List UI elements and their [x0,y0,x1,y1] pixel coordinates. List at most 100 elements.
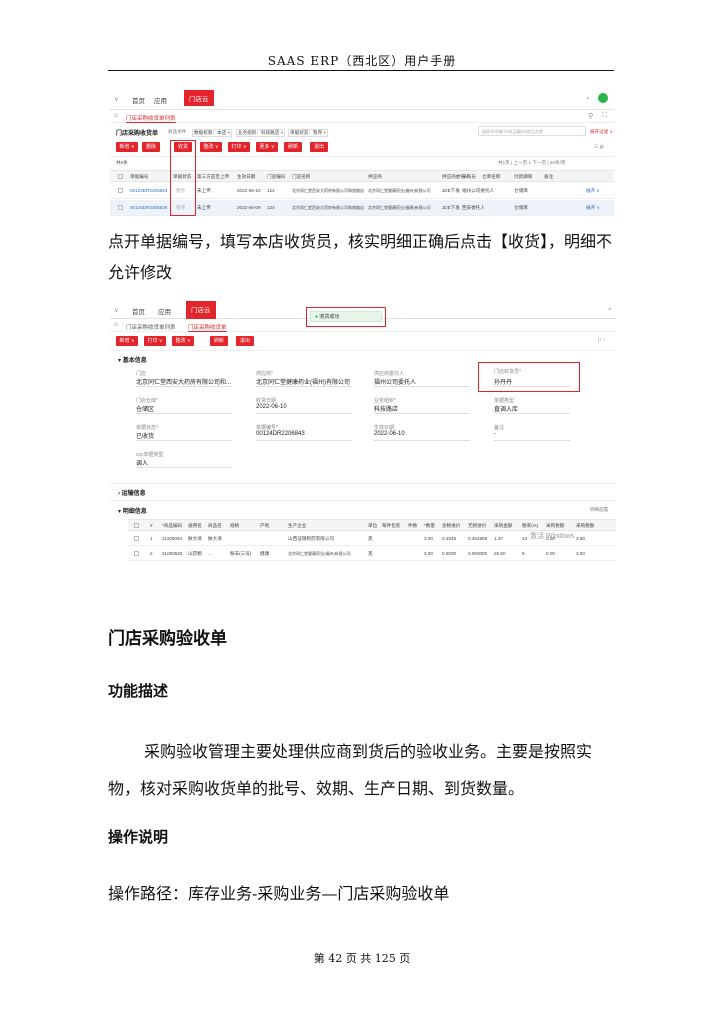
exit-button[interactable]: 退出 [310,142,328,152]
tax-amount-cell: 3.50 [576,551,585,556]
generic-name-cell: 山药颗 [188,551,202,556]
menu-chevron-icon[interactable]: ∨ [114,306,119,314]
nav-store-cloud-tab[interactable]: 门店云 [186,301,216,319]
pagination[interactable]: 共1页 | 上一页 1 下一页 | 20条/页 [498,160,565,166]
row-checkbox[interactable] [134,551,139,556]
location-icon[interactable]: ⚲ [588,112,593,120]
rectify-button[interactable]: 整改 ∨ [172,336,194,346]
date-cell: 2022-06-09 [237,205,261,210]
function-description: 采购验收管理主要处理供应商到货后的验收业务。主要是按照实物，核对采购收货单的批号… [108,742,593,798]
row-checkbox[interactable] [134,536,139,541]
product-code-cell[interactable]: 21100084 [162,536,182,541]
status-indicator-icon[interactable] [598,93,608,103]
subtab-receipt-detail[interactable]: 门店采购收货单 [188,323,227,332]
menu-chevron-icon[interactable]: ∨ [114,95,119,103]
column-header: 采购税额 [546,523,565,528]
column-header: 仓库名称 [482,174,501,179]
tax-amount-cell: 0.00 [546,551,555,556]
column-header: 单据编号 [130,174,149,179]
nav-apps-tab[interactable]: 应用 [158,306,171,316]
nav-home-tab[interactable]: 首页 [132,306,145,316]
filter-chip[interactable]: 数据权限：本店 × [192,129,233,137]
detail-config-link[interactable]: 明细配置 [590,507,608,513]
expand-filter-link[interactable]: 展开过滤 ∨ [590,129,613,135]
field-label: 门店 [136,371,147,377]
column-header: 供应商 [368,174,382,179]
exit-button[interactable]: 退出 [236,336,254,346]
refresh-button[interactable]: 刷新 [284,142,302,152]
search-input[interactable]: 搜索采购编号/商品编码/商品名称 [478,126,586,136]
remark-field[interactable]: - [494,431,496,437]
column-header: 每件包装 [382,523,401,528]
nav-arrows-icon[interactable]: |‹ ‹ [598,337,605,343]
subtab-receipt-list[interactable]: 门店采购收货单列表 [126,114,176,123]
search-icon[interactable]: ⌕ [608,306,612,314]
row-expand-link[interactable]: 展开 ∨ [586,188,600,194]
column-header: 采购员 [462,174,476,179]
table-row[interactable]: 2 21000632 山药颗 ... 粉末(三号) 健康 北京同仁堂健康药业(福… [128,547,616,561]
add-button[interactable]: 新增 ∨ [116,142,138,152]
origin-cell: 健康 [260,551,270,556]
document-status-field[interactable]: 已收货 [136,431,154,440]
home-icon[interactable]: ⌂ [114,112,118,119]
product-code-cell[interactable]: 21000632 [162,551,182,556]
row-checkbox[interactable] [118,188,123,193]
field-label: 业务组织* [374,398,396,404]
print-button[interactable]: 打印 ∨ [144,336,166,346]
tax-rate-cell: 9 [522,551,525,556]
list-view-icon[interactable]: ☰ ▦ [594,144,604,150]
supplier-delegate-field[interactable]: 福州公司委托人 [374,377,416,386]
subsection-operation-title: 操作说明 [108,828,169,846]
nav-apps-tab[interactable]: 应用 [154,95,167,105]
tax-rate-cell: 13 [522,536,528,541]
print-button[interactable]: 打印 ∨ [228,142,250,152]
row-checkbox[interactable] [118,205,123,210]
nav-store-cloud-tab[interactable]: 门店云 [184,90,214,106]
home-icon[interactable]: ⌂ [114,321,118,328]
section-shipping-info[interactable]: › 运输信息 [118,488,146,497]
receipt-date-field[interactable]: 2022-06-10 [256,404,287,410]
document-type-field[interactable]: 直调入库 [494,404,518,413]
filter-chip[interactable]: 商品条件 [168,129,186,135]
filter-chip[interactable]: 业务组织：科技路店 × [236,129,286,137]
column-header: 备注 [544,174,554,179]
delete-button[interactable]: 删除 [142,142,160,152]
column-header: 通用名 [188,523,202,528]
date-cell: 2022-06-10 [237,188,261,193]
instruction-paragraph: 点开单据编号，填写本店收货员，核实明细正确后点击【收货】，明细不允许修改 [108,232,613,283]
filter-chip[interactable]: 单据状态：暂存 × [288,129,329,137]
subtab-bar: ⌂ 门店采购收货单列表 ⚲ ⛶ [110,111,614,123]
business-org-field[interactable]: 科技路店 [374,404,398,413]
screenshot-receipt-list: ∨ 首页 应用 门店云 ⌕ ⌂ 门店采购收货单列表 ⚲ ⛶ 门店采购收货单 商品… [110,88,614,218]
effective-date-field[interactable]: 2022-06-10 [374,431,405,437]
column-header: 件数 [408,523,418,528]
refresh-button[interactable]: 刷新 [210,336,228,346]
document-number-link[interactable]: 00124DR2206843 [130,188,167,193]
search-icon[interactable]: ⌕ [586,95,590,103]
document-number-link[interactable]: 00124DR2206836 [130,205,167,210]
section-detail-info[interactable]: ▾ 明细信息 [118,506,147,515]
row-expand-link[interactable]: 展开 ∨ [586,205,600,211]
store-warehouse-field[interactable]: 仓储区 [136,404,154,413]
supplier-cell: 北京同仁堂健康药业(福州)有限公司 [368,188,431,193]
document-number-field[interactable]: 00124DR2206843 [256,431,305,437]
field-label: 供应商委托人 [374,371,405,377]
rectify-button[interactable]: 整改 ∨ [200,142,222,152]
store-receiver-field[interactable]: 孙丹丹 [494,377,512,386]
more-button[interactable]: 更多 ∨ [256,142,278,152]
subtab-receipt-list[interactable]: 门店采购收货单列表 [126,323,176,331]
field-label: 单据状态* [136,425,158,431]
ssc-document-type-field[interactable]: 调入 [136,458,148,467]
store-field[interactable]: 北京同仁堂西安大药房有限公司和... [136,377,231,386]
highlight-receive-box [170,140,196,216]
section-basic-info[interactable]: ▾ 基本信息 [118,355,147,364]
nav-home-tab[interactable]: 首页 [132,95,145,105]
supplier-field[interactable]: 北京同仁堂健康药业(福州)有限公司 [256,377,350,386]
column-header: 含税进价 [442,523,461,528]
add-button[interactable]: 新增 ∨ [116,336,138,346]
expand-icon[interactable]: ⛶ [602,112,607,120]
column-header: 采购税额 [576,523,595,528]
select-all-checkbox[interactable] [118,174,123,179]
page-footer: 第 42 页 共 125 页 [313,952,411,965]
select-all-checkbox[interactable] [134,523,139,528]
